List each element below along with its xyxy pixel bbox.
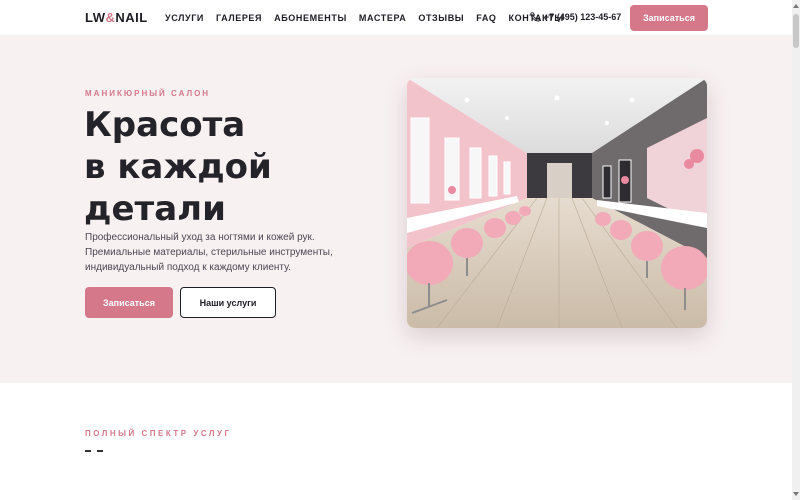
hero-title-line: Красота <box>84 105 246 145</box>
page-scrollbar[interactable] <box>792 0 800 500</box>
section-divider <box>85 444 105 456</box>
site-header: LW&NAIL УСЛУГИ ГАЛЕРЕЯ АБОНЕМЕНТЫ МАСТЕР… <box>0 0 792 35</box>
nav-reviews[interactable]: ОТЗЫВЫ <box>418 13 464 23</box>
hero-book-button[interactable]: Записаться <box>85 287 173 318</box>
logo[interactable]: LW&NAIL <box>85 10 148 25</box>
phone-icon <box>530 12 540 22</box>
logo-left: LW <box>85 10 106 25</box>
services-eyebrow: ПОЛНЫЙ СПЕКТР УСЛУГ <box>85 429 232 438</box>
nav-subscriptions[interactable]: АБОНЕМЕНТЫ <box>274 13 347 23</box>
hero-title-line: в каждой <box>84 147 272 187</box>
hero-title: Красота в каждой детали <box>84 104 384 230</box>
scroll-down-icon[interactable] <box>793 492 799 496</box>
hero-description-line: Премиальные материалы, стерильные инстру… <box>85 247 333 258</box>
logo-right: NAIL <box>115 10 148 25</box>
hero-eyebrow: МАНИКЮРНЫЙ САЛОН <box>85 89 211 98</box>
nav-services[interactable]: УСЛУГИ <box>165 13 204 23</box>
scroll-up-icon[interactable] <box>793 4 799 8</box>
header-book-button[interactable]: Записаться <box>630 5 708 31</box>
main-nav: УСЛУГИ ГАЛЕРЕЯ АБОНЕМЕНТЫ МАСТЕРА ОТЗЫВЫ… <box>165 13 564 23</box>
hero-description: Профессиональный уход за ногтями и кожей… <box>85 230 355 275</box>
salon-interior-image <box>407 78 707 328</box>
hero-title-line: детали <box>84 189 226 229</box>
phone-link[interactable]: +7 (495) 123-45-67 <box>530 12 621 22</box>
phone-number: +7 (495) 123-45-67 <box>544 12 622 22</box>
nav-masters[interactable]: МАСТЕРА <box>359 13 406 23</box>
salon-interior-illustration <box>407 78 707 328</box>
hero-description-line: индивидуальный подход к каждому клиенту. <box>85 262 291 273</box>
our-services-button[interactable]: Наши услуги <box>180 287 276 318</box>
hero-description-line: Профессиональный уход за ногтями и кожей… <box>85 232 315 243</box>
logo-amp: & <box>105 10 116 25</box>
nav-gallery[interactable]: ГАЛЕРЕЯ <box>216 13 262 23</box>
nav-faq[interactable]: FAQ <box>476 13 496 23</box>
scrollbar-thumb[interactable] <box>793 14 799 48</box>
